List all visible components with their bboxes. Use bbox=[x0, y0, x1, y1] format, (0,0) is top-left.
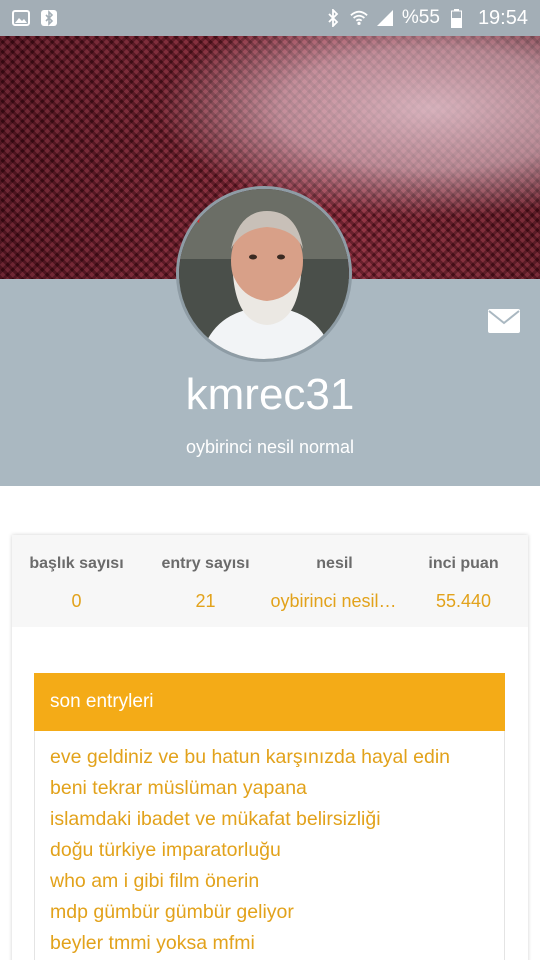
stat-label: başlık sayısı bbox=[29, 555, 124, 572]
stat-label: inci puan bbox=[428, 555, 499, 572]
profile-card: başlık sayısı 0 entry sayısı 21 nesil oy… bbox=[12, 535, 528, 960]
stat-entry-count: entry sayısı 21 bbox=[141, 535, 270, 627]
stat-value: 21 bbox=[195, 591, 216, 611]
entry-link[interactable]: mdp gümbür gümbür geliyor bbox=[50, 897, 504, 928]
stat-generation: nesil oybirinci nesil normal bbox=[270, 535, 399, 627]
image-icon bbox=[12, 9, 30, 27]
recent-entries-list: eve geldiniz ve bu hatun karşınızda haya… bbox=[34, 731, 505, 960]
status-bar: %55 19:54 bbox=[0, 0, 540, 36]
stat-label: nesil bbox=[316, 555, 353, 572]
entry-link[interactable]: islamdaki ibadet ve mükafat belirsizliği bbox=[50, 804, 504, 835]
battery-percentage: %55 bbox=[401, 7, 440, 28]
stat-label: entry sayısı bbox=[161, 555, 250, 572]
username: kmrec31 bbox=[185, 370, 355, 419]
signal-icon bbox=[376, 9, 394, 27]
stat-value: 0 bbox=[71, 591, 82, 611]
stat-value: oybirinci nesil normal bbox=[270, 591, 399, 611]
envelope-icon[interactable] bbox=[487, 308, 521, 334]
bluetooth-app-icon bbox=[40, 9, 58, 27]
entry-link[interactable]: who am i gibi film önerin bbox=[50, 866, 504, 897]
wifi-icon bbox=[350, 9, 368, 27]
entry-link[interactable]: beni tekrar müslüman yapana bbox=[50, 773, 504, 804]
stats-row: başlık sayısı 0 entry sayısı 21 nesil oy… bbox=[12, 535, 528, 627]
stat-points: inci puan 55.440 bbox=[399, 535, 528, 627]
stat-value: 55.440 bbox=[435, 591, 492, 611]
status-time: 19:54 bbox=[477, 6, 528, 29]
entry-link[interactable]: eve geldiniz ve bu hatun karşınızda haya… bbox=[50, 742, 504, 773]
recent-entries-header: son entryleri bbox=[34, 673, 505, 731]
user-generation: oybirinci nesil normal bbox=[185, 437, 355, 457]
avatar[interactable] bbox=[176, 186, 352, 362]
entry-link[interactable]: beyler tmmi yoksa mfmi bbox=[50, 928, 504, 959]
entry-link[interactable]: doğu türkiye imparatorluğu bbox=[50, 835, 504, 866]
stat-title-count: başlık sayısı 0 bbox=[12, 535, 141, 627]
battery-icon bbox=[448, 8, 466, 28]
bluetooth-icon bbox=[324, 9, 342, 27]
